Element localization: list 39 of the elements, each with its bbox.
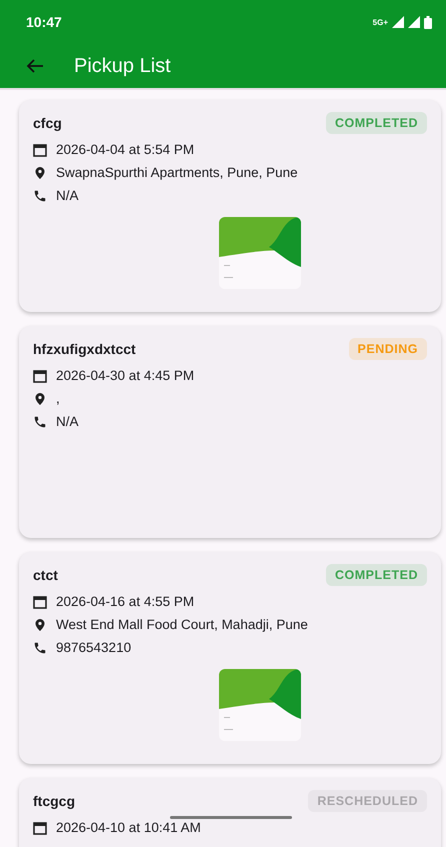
signal-icon <box>408 16 420 28</box>
pickup-date: 2026-04-16 at 4:55 PM <box>56 594 194 609</box>
phone-icon <box>33 188 47 202</box>
phone-icon <box>33 640 47 654</box>
status-badge: RESCHEDULED <box>308 790 427 812</box>
back-arrow-icon[interactable] <box>26 58 44 74</box>
battery-icon <box>424 16 432 28</box>
status-time: 10:47 <box>26 14 62 30</box>
pickup-date: 2026-04-04 at 5:54 PM <box>56 142 194 157</box>
location-pin-icon <box>33 618 47 632</box>
pickup-date: 2026-04-30 at 4:45 PM <box>56 368 194 383</box>
pickup-phone: 9876543210 <box>56 640 132 655</box>
pickup-name: cfcg <box>33 115 62 131</box>
pickup-name: ftcgcg <box>33 793 75 809</box>
network-type: 5G+ <box>372 18 388 26</box>
pickup-phone: N/A <box>56 414 79 429</box>
calendar-icon <box>33 594 47 608</box>
status-badge: PENDING <box>348 338 427 360</box>
pickup-date: 2026-04-10 at 10:41 AM <box>56 820 201 835</box>
screen-title: Pickup List <box>74 54 171 78</box>
pickup-address: West End Mall Food Court, Mahadji, Pune <box>56 617 308 632</box>
pickup-address: , <box>56 391 60 406</box>
pickup-address: SwapnaSpurthi Apartments, Pune, Pune <box>56 165 298 180</box>
pickup-card[interactable]: hfzxufigxdxtcct PENDING 2026-04-30 at 4:45 PM , N/A <box>19 326 441 538</box>
pickup-card[interactable]: cfcg COMPLETED 2026-04-04 at 5:54 PM SwapnaSpurthi Apartments, Pune, Pune N/A <box>19 100 441 312</box>
signal-icon <box>392 16 404 28</box>
phone-icon <box>33 414 47 428</box>
location-pin-icon <box>33 392 47 406</box>
pickup-phone: N/A <box>56 188 79 203</box>
pickup-card[interactable]: ftcgcg RESCHEDULED 2026-04-10 at 10:41 AM <box>19 778 441 847</box>
pickup-card[interactable]: ctct COMPLETED 2026-04-16 at 4:55 PM West End Mall Food Court, Mahadji, Pune 9876543210 <box>19 552 441 764</box>
pickup-name: hfzxufigxdxtcct <box>33 341 136 357</box>
pickup-name: ctct <box>33 567 58 583</box>
location-pin-icon <box>33 166 47 180</box>
calendar-icon <box>33 142 47 156</box>
status-badge: COMPLETED <box>326 112 427 134</box>
status-badge: COMPLETED <box>326 564 427 586</box>
calendar-icon <box>33 368 47 382</box>
calendar-icon <box>33 820 47 834</box>
